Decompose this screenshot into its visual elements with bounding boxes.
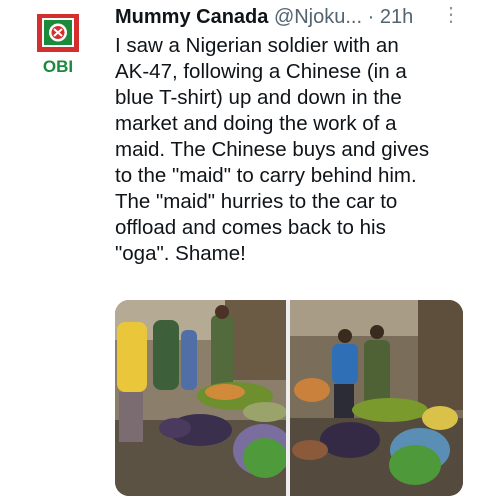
- display-name[interactable]: Mummy Canada: [115, 6, 268, 28]
- tweet[interactable]: OBI Mummy Canada @Njoku... · 21h ⋮ I saw…: [0, 0, 479, 502]
- market-photo-2[interactable]: [290, 300, 463, 496]
- user-handle[interactable]: @Njoku...: [274, 6, 362, 28]
- more-options-icon[interactable]: ⋮: [440, 4, 462, 28]
- tweet-text: I saw a Nigerian soldier with an AK-47, …: [115, 34, 430, 265]
- market-photo-1-image: [115, 300, 286, 496]
- obi-logo-icon: OBI: [37, 14, 79, 76]
- market-photo-1[interactable]: [115, 300, 286, 496]
- tweet-header: Mummy Canada @Njoku... · 21h: [115, 4, 465, 32]
- tweet-media[interactable]: [115, 300, 463, 496]
- separator-dot: ·: [367, 6, 375, 28]
- avatar[interactable]: OBI: [34, 14, 84, 76]
- market-photo-2-image: [290, 300, 463, 496]
- avatar-label: OBI: [43, 57, 73, 76]
- timestamp[interactable]: 21h: [380, 6, 413, 28]
